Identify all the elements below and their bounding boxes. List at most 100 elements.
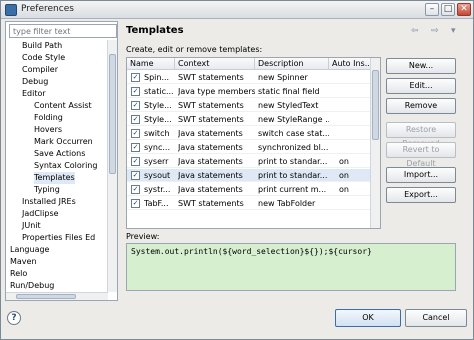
new-button[interactable]: New...: [386, 58, 456, 74]
cell-context: SWT statements: [178, 101, 244, 110]
table-vertical-scrollbar[interactable]: [370, 58, 380, 228]
cell-context: Java statements: [178, 157, 243, 166]
cell-auto-insert: [339, 141, 369, 154]
tree-item[interactable]: Hovers: [34, 124, 62, 136]
forward-arrow-icon[interactable]: ⇨: [431, 26, 439, 36]
preview-area[interactable]: System.out.println(${word_selection}${})…: [126, 243, 456, 291]
table-row[interactable]: ✓ Style... SWT statements new StyledText: [127, 99, 371, 112]
cell-context: Java statements: [178, 185, 243, 194]
table-row[interactable]: ✓ systr... Java statements print current m.…: [127, 183, 371, 196]
tree-horizontal-scrollbar[interactable]: [6, 292, 108, 300]
cancel-button[interactable]: Cancel: [405, 309, 467, 327]
enabled-checkbox[interactable]: ✓: [131, 157, 140, 166]
cell-description: new StyleRange ...: [258, 115, 329, 124]
preferences-tree: Build Path Code Style Compiler Debug Editor C…: [6, 40, 106, 296]
cell-auto-insert: [339, 99, 369, 112]
table-row[interactable]: ✓ syserr Java statements print to standar..…: [127, 155, 371, 168]
cell-description: print to standar...: [258, 157, 328, 166]
table-row[interactable]: ✓ Spin... SWT statements new Spinner: [127, 71, 371, 84]
column-header-description[interactable]: Description: [255, 58, 329, 70]
cell-name: syserr: [144, 157, 169, 166]
cell-description: switch case stat...: [258, 129, 329, 138]
tree-item[interactable]: Code Style: [22, 52, 65, 64]
page-header: Templates ⇦ ⇨ ▾: [121, 21, 471, 41]
revert-to-default-button[interactable]: Revert to Default: [386, 142, 456, 168]
restore-removed-button[interactable]: Restore Removed: [386, 122, 456, 148]
help-icon[interactable]: ?: [7, 311, 21, 325]
cell-context: Java statements: [178, 143, 243, 152]
export-button[interactable]: Export...: [386, 187, 456, 203]
tree-item[interactable]: Build Path: [22, 40, 62, 52]
cell-name: TabF...: [144, 199, 169, 208]
enabled-checkbox[interactable]: ✓: [131, 73, 140, 82]
enabled-checkbox[interactable]: ✓: [131, 115, 140, 124]
cell-auto-insert: [339, 71, 369, 84]
tree-item[interactable]: Installed JREs: [22, 196, 76, 208]
tree-item[interactable]: Compiler: [22, 64, 58, 76]
cell-auto-insert: [339, 197, 369, 210]
cell-name: switch: [144, 129, 170, 138]
remove-button[interactable]: Remove: [386, 98, 456, 114]
window-title: Preferences: [21, 4, 74, 14]
minimize-button[interactable]: –: [425, 3, 439, 16]
cell-name: systr...: [144, 185, 171, 194]
view-menu-icon[interactable]: ▾: [451, 26, 456, 36]
enabled-checkbox[interactable]: ✓: [131, 87, 140, 96]
tree-vertical-scrollbar[interactable]: [107, 40, 117, 292]
tree-item[interactable]: Mark Occurren: [34, 136, 93, 148]
ok-button[interactable]: OK: [335, 309, 401, 327]
tree-item[interactable]: Run/Debug: [10, 280, 54, 292]
tree-item[interactable]: Folding: [34, 112, 63, 124]
cell-auto-insert: on: [339, 185, 349, 194]
enabled-checkbox[interactable]: ✓: [131, 185, 140, 194]
enabled-checkbox[interactable]: ✓: [131, 171, 140, 180]
import-button[interactable]: Import...: [386, 167, 456, 183]
cell-name: Style...: [144, 115, 172, 124]
cell-auto-insert: [339, 113, 369, 126]
column-header-context[interactable]: Context: [175, 58, 255, 70]
cell-description: new TabFolder: [258, 199, 316, 208]
column-header-name[interactable]: Name: [127, 58, 175, 70]
table-row[interactable]: ✓ TabF... SWT statements new TabFolder: [127, 197, 371, 210]
enabled-checkbox[interactable]: ✓: [131, 129, 140, 138]
edit-button[interactable]: Edit...: [386, 78, 456, 94]
enabled-checkbox[interactable]: ✓: [131, 101, 140, 110]
cell-description: new Spinner: [258, 73, 308, 82]
cell-description: static final field: [258, 87, 320, 96]
enabled-checkbox[interactable]: ✓: [131, 143, 140, 152]
tree-item[interactable]: Typing: [34, 184, 60, 196]
tree-item[interactable]: Properties Files Ed: [22, 232, 95, 244]
cell-auto-insert: [339, 127, 369, 140]
cell-context: SWT statements: [178, 73, 244, 82]
tree-item[interactable]: JUnit: [22, 220, 41, 232]
tree-item[interactable]: Maven: [10, 256, 37, 268]
tree-item[interactable]: Relo: [10, 268, 27, 280]
cell-name: sync...: [144, 143, 170, 152]
close-button[interactable]: ✕: [457, 3, 471, 16]
tree-item[interactable]: Debug: [22, 76, 48, 88]
table-row[interactable]: ✓ sync... Java statements synchronized bl..…: [127, 141, 371, 154]
back-arrow-icon[interactable]: ⇦: [411, 26, 419, 36]
filter-input[interactable]: [9, 24, 117, 38]
table-row[interactable]: ✓ Style... SWT statements new StyleRange ..…: [127, 113, 371, 126]
maximize-button[interactable]: □: [441, 3, 455, 16]
tree-item[interactable]: Language: [10, 244, 49, 256]
tree-item[interactable]: Save Actions: [34, 148, 85, 160]
table-row[interactable]: ✓ sysout Java statements print to standar..…: [127, 169, 371, 182]
column-header-auto-insert[interactable]: Auto Ins...: [329, 58, 372, 70]
enabled-checkbox[interactable]: ✓: [131, 199, 140, 208]
dialog-footer: ? OK Cancel: [1, 303, 473, 339]
tree-item[interactable]: Content Assist: [34, 100, 92, 112]
table-row[interactable]: ✓ switch Java statements switch case stat..…: [127, 127, 371, 140]
scrollbar-thumb[interactable]: [372, 70, 379, 140]
tree-item[interactable]: Templates: [34, 172, 75, 184]
tree-item[interactable]: Syntax Coloring: [34, 160, 97, 172]
preferences-window: Preferences – □ ✕ Build PathCode StyleCo…: [0, 0, 474, 340]
tree-item[interactable]: Editor: [22, 88, 46, 100]
tree-item[interactable]: JadClipse: [22, 208, 59, 220]
table-header: Name Context Description Auto Ins...: [127, 58, 380, 70]
scrollbar-thumb[interactable]: [16, 294, 76, 299]
scrollbar-thumb[interactable]: [109, 54, 116, 174]
preview-label: Preview:: [126, 232, 160, 241]
table-row[interactable]: ✓ static... Java type members static final …: [127, 85, 371, 98]
